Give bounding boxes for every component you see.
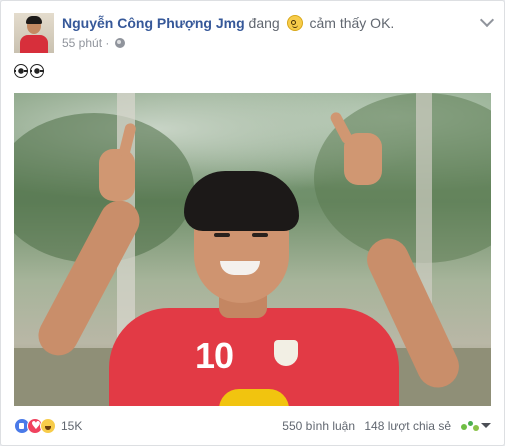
post-card: Nguyễn Công Phượng Jmg đang cảm thấy OK.… — [0, 0, 505, 446]
feeling-text[interactable]: cảm thấy OK. — [309, 15, 394, 31]
chevron-down-icon[interactable] — [481, 423, 491, 428]
post-stats: 550 bình luận 148 lượt chia sẻ — [276, 419, 451, 433]
jersey-number: 10 — [195, 335, 234, 376]
post-time[interactable]: 55 phút · — [62, 36, 109, 50]
post-header: Nguyễn Công Phượng Jmg đang cảm thấy OK. — [62, 14, 462, 32]
soccer-ball-icon — [30, 64, 44, 78]
post-footer: 15K 550 bình luận 148 lượt chia sẻ — [14, 417, 491, 437]
comment-count[interactable]: 550 bình luận — [282, 419, 355, 433]
reaction-count[interactable]: 15K — [61, 419, 82, 433]
globe-icon[interactable] — [114, 38, 125, 48]
author-name[interactable]: Nguyễn Công Phượng Jmg — [62, 15, 245, 31]
post-options-chevron-icon[interactable] — [479, 12, 495, 28]
post-text — [14, 64, 44, 78]
reactions-summary[interactable]: 15K — [14, 418, 82, 434]
post-photo[interactable]: 10 — [14, 93, 491, 406]
haha-reaction-icon — [40, 418, 56, 434]
soccer-ball-icon — [14, 64, 28, 78]
sharing-page-icon[interactable] — [461, 420, 479, 432]
avatar[interactable] — [14, 13, 54, 53]
feeling-prefix: đang — [248, 15, 280, 31]
post-meta: 55 phút · — [62, 36, 125, 50]
share-count[interactable]: 148 lượt chia sẻ — [364, 419, 451, 433]
ok-emoji-icon — [286, 15, 303, 31]
